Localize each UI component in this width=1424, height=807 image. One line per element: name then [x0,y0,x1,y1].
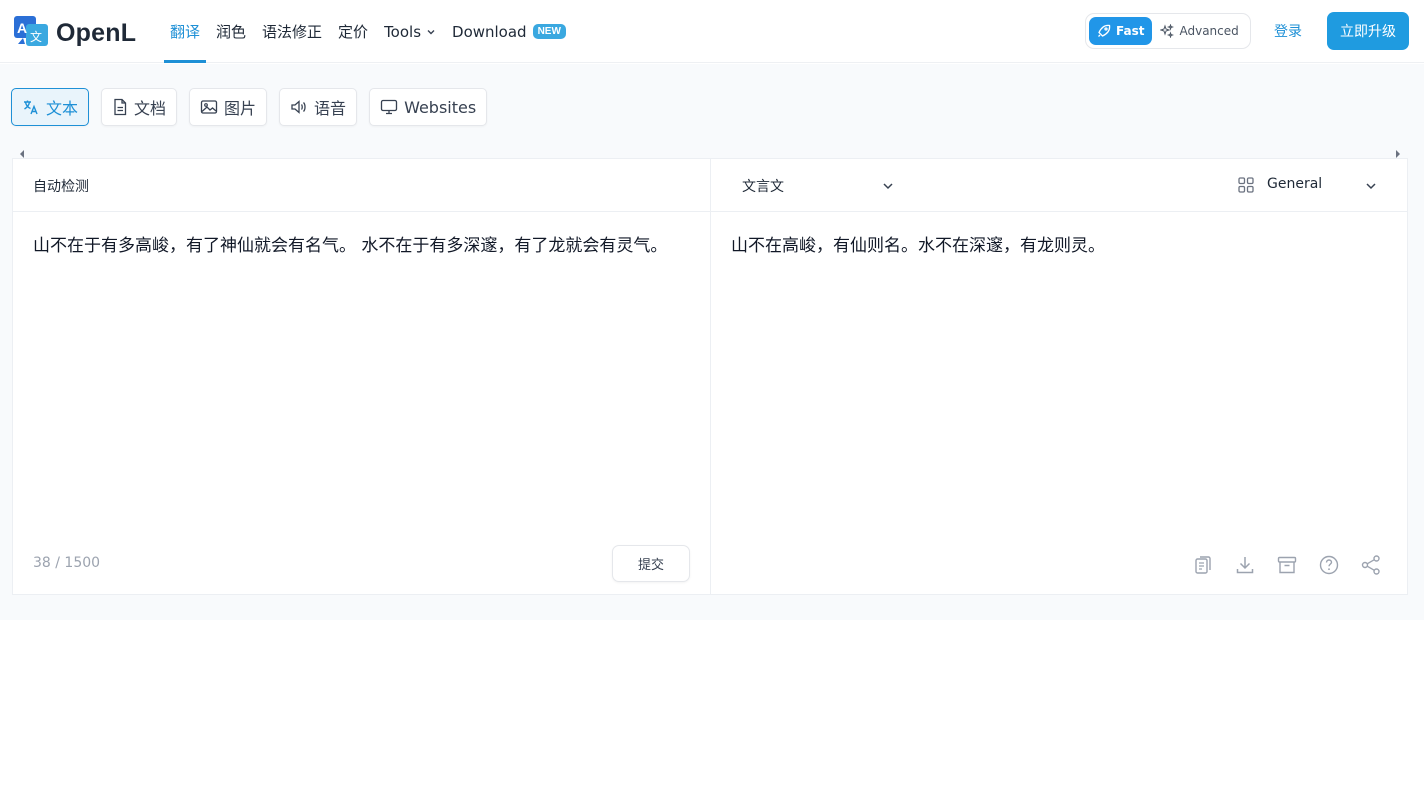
mode-advanced-button[interactable]: Advanced [1152,17,1246,45]
translate-icon [24,100,38,115]
source-language-select[interactable]: 自动检测 [33,176,89,196]
download-icon[interactable] [1233,553,1257,577]
chevron-down-icon [426,27,436,37]
login-link[interactable]: 登录 [1274,21,1302,41]
upgrade-button[interactable]: 立即升级 [1327,12,1409,50]
mode-toggle: Fast Advanced [1085,13,1251,49]
output-actions [1191,553,1401,577]
tab-document[interactable]: 文档 [101,88,178,126]
archive-icon[interactable] [1275,553,1299,577]
nav-download[interactable]: Download NEW [446,0,572,63]
mode-label: Advanced [1179,24,1239,38]
nav-label: Tools [384,22,422,41]
new-badge: NEW [532,24,566,39]
source-text-input[interactable]: 山不在于有多高峻，有了神仙就会有名气。 水不在于有多深邃，有了龙就会有灵气。 [33,232,683,260]
share-icon[interactable] [1359,553,1383,577]
tab-image[interactable]: 图片 [189,88,268,126]
image-icon [200,100,218,114]
document-icon [114,98,127,116]
copy-icon[interactable] [1191,553,1215,577]
tab-websites[interactable]: Websites [369,88,488,126]
nav-translate[interactable]: 翻译 [164,0,207,63]
input-type-tabs: 文本 文档 图片 语音 Websites [11,88,499,126]
nav-label: Download [452,22,527,41]
nav-polish[interactable]: 润色 [210,0,252,63]
nav-grammar[interactable]: 语法修正 [256,0,328,63]
chevron-down-icon[interactable] [1364,178,1378,197]
tab-label: 文档 [134,99,167,118]
translation-output: 山不在高峻，有仙则名。水不在深邃，有龙则灵。 [731,236,1105,256]
monitor-icon [380,99,398,115]
mode-label: Fast [1116,24,1145,38]
nav-label: 翻译 [170,23,201,41]
top-header: A 文 OpenL 翻译 润色 语法修正 定价 Tools Download N… [0,0,1424,63]
tab-voice[interactable]: 语音 [279,88,358,126]
svg-text:文: 文 [30,29,42,44]
tab-label: 语音 [314,99,347,118]
sparkles-icon [1160,24,1175,38]
nav-label: 润色 [216,23,247,41]
nav-label: 语法修正 [262,23,323,41]
help-icon[interactable] [1317,553,1341,577]
panel-divider [710,159,711,594]
rocket-icon [1098,24,1111,37]
svg-text:A: A [17,20,27,36]
main-nav: 翻译 润色 语法修正 定价 Tools Download NEW [164,0,576,63]
tab-label: 图片 [224,99,257,118]
character-counter: 38 / 1500 [33,555,101,571]
chevron-down-icon[interactable] [881,178,895,197]
submit-button[interactable]: 提交 [612,545,690,582]
target-language-select[interactable]: 文言文 [742,176,784,196]
tab-label: Websites [404,97,477,117]
translation-panel: 自动检测 文言文 General 山不在于有多高峻，有了神仙就会有名气。 水不在… [12,158,1408,595]
grid-icon [1237,176,1255,198]
tab-text[interactable]: 文本 [11,88,90,126]
nav-pricing[interactable]: 定价 [332,0,374,63]
domain-select[interactable]: General [1267,176,1322,192]
logo[interactable]: A 文 OpenL [14,16,136,50]
speaker-icon [291,100,306,114]
nav-label: 定价 [338,23,369,41]
tab-label: 文本 [46,99,79,118]
brand-name: OpenL [56,18,137,47]
nav-tools[interactable]: Tools [378,0,442,63]
mode-fast-button[interactable]: Fast [1089,17,1153,45]
logo-icon: A 文 [14,16,48,50]
panel-header-divider [13,211,1407,212]
